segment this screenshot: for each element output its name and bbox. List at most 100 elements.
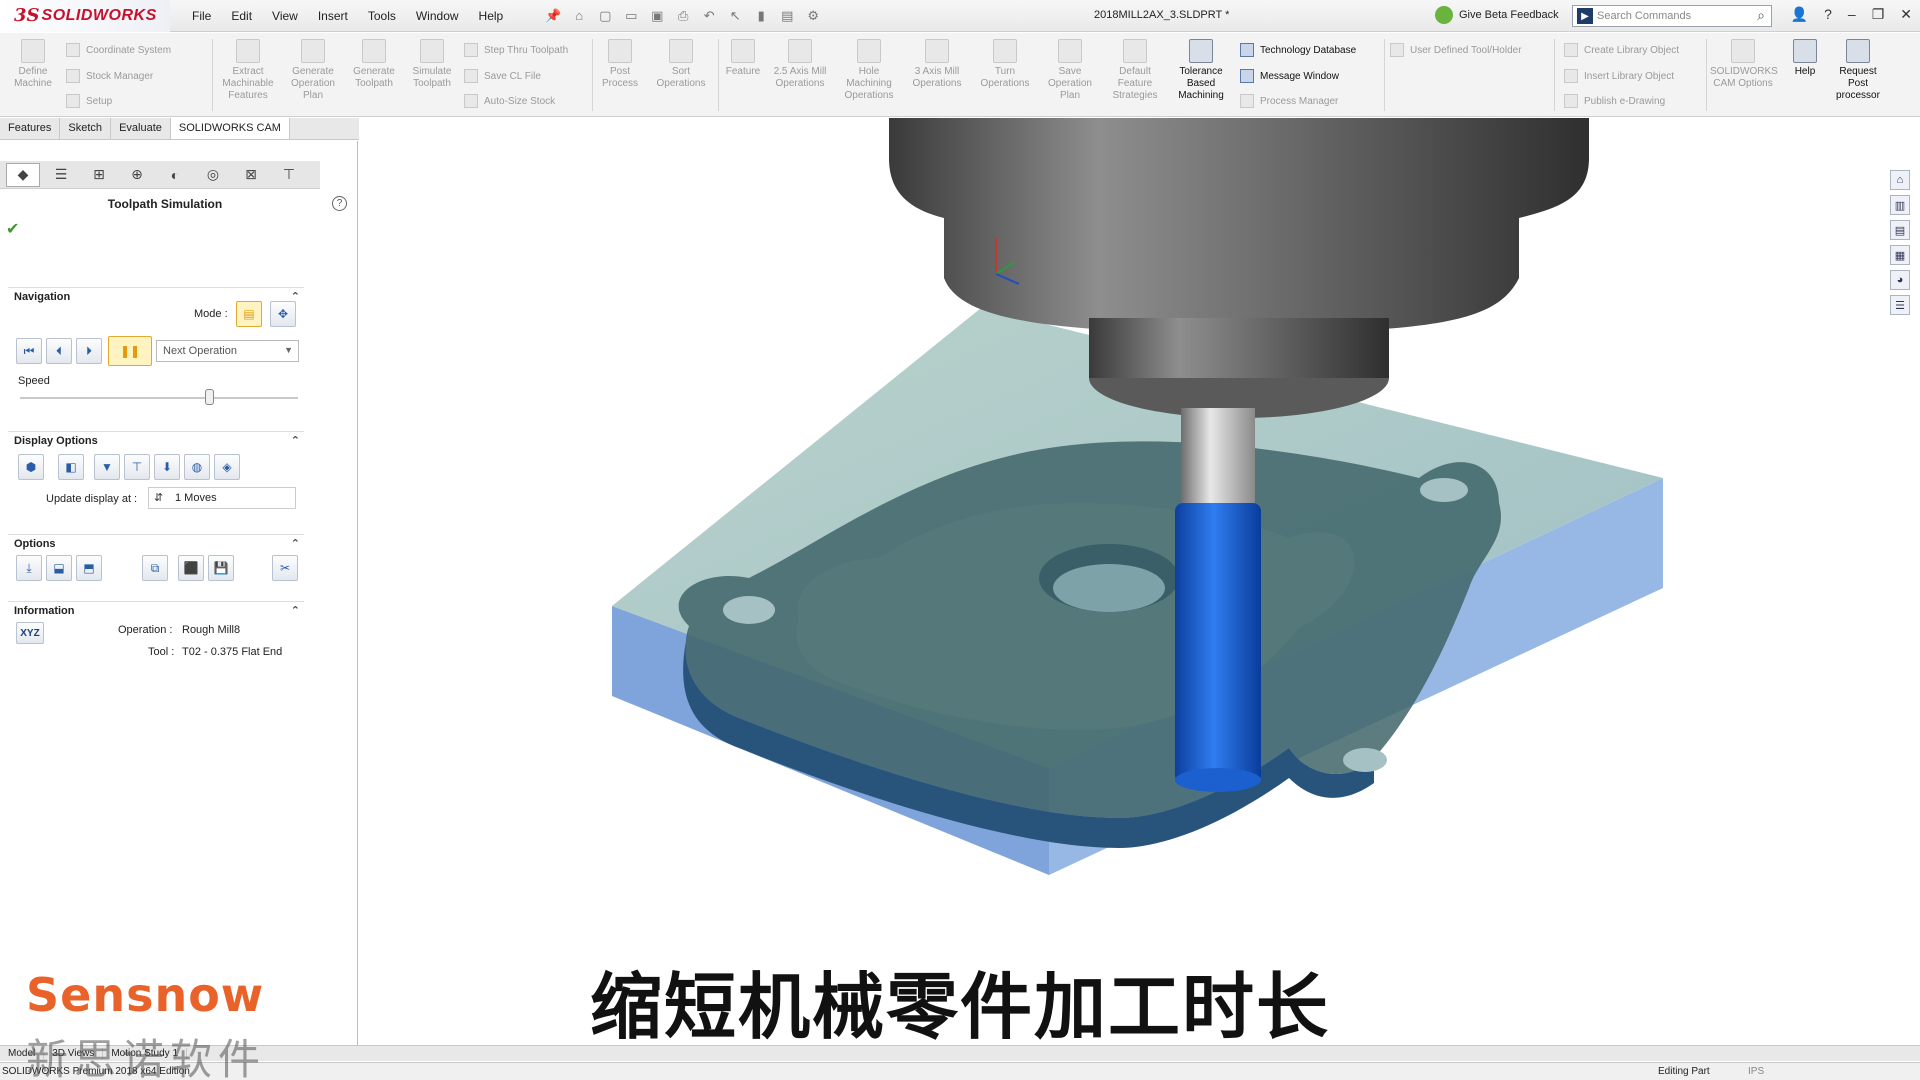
turn-operations-button[interactable]: Turn Operations — [974, 39, 1036, 90]
menu-edit[interactable]: Edit — [221, 9, 262, 23]
search-commands-input[interactable]: ▶ Search Commands ⌕ — [1572, 5, 1772, 27]
options-header[interactable]: Options ⌃ — [8, 534, 304, 552]
stock-manager-button[interactable]: Stock Manager — [66, 69, 153, 83]
cam-tool-icon[interactable]: ⊤ — [272, 163, 306, 187]
save-stock-icon[interactable]: ⬛ — [178, 555, 204, 581]
generate-toolpath-button[interactable]: Generate Toolpath — [346, 39, 402, 90]
speed-slider-thumb[interactable] — [204, 389, 214, 405]
hole-machining-button[interactable]: Hole Machining Operations — [836, 39, 902, 102]
search-icon[interactable]: ⌕ — [1757, 7, 1765, 24]
technology-database-button[interactable]: Technology Database — [1240, 43, 1356, 57]
xyz-readout-button[interactable]: XYZ — [16, 622, 44, 644]
save-cl-file-button[interactable]: Save CL File — [464, 69, 541, 83]
default-strategies-button[interactable]: Default Feature Strategies — [1104, 39, 1166, 102]
feature-button[interactable]: Feature — [722, 39, 764, 78]
graphics-viewport[interactable] — [359, 118, 1880, 1045]
panel-help-icon[interactable]: ? — [332, 196, 347, 211]
update-display-field[interactable]: ⇵ 1 Moves — [148, 487, 296, 509]
simulation-settings-icon[interactable]: ✂ — [272, 555, 298, 581]
cam-options-button[interactable]: SOLIDWORKS CAM Options — [1710, 39, 1778, 90]
step-thru-toolpath-button[interactable]: Step Thru Toolpath — [464, 43, 568, 57]
simulate-selected-icon[interactable]: ⬓ — [46, 555, 72, 581]
appearance-icon[interactable]: ◐ — [158, 163, 192, 187]
insert-library-object-button[interactable]: Insert Library Object — [1564, 69, 1674, 83]
new-document-icon[interactable]: ▢ — [595, 7, 615, 25]
options-gear-icon[interactable]: ⚙ — [803, 7, 823, 25]
restore-icon[interactable]: ❐ — [1872, 6, 1885, 23]
resources-home-icon[interactable]: ⌂ — [1890, 170, 1910, 190]
define-machine-button[interactable]: Define Machine — [8, 39, 58, 90]
collapse-chevron-icon[interactable]: ⌃ — [291, 604, 300, 617]
show-holder-icon[interactable]: ⊤ — [124, 454, 150, 480]
select-icon[interactable]: ↖ — [725, 7, 745, 25]
sort-operations-button[interactable]: Sort Operations — [650, 39, 712, 90]
collapse-chevron-icon[interactable]: ⌃ — [291, 537, 300, 550]
show-toolpath-icon[interactable]: ⬇ — [154, 454, 180, 480]
print-icon[interactable]: ⎙ — [673, 7, 693, 25]
menu-view[interactable]: View — [262, 9, 308, 23]
view-palette-icon[interactable]: ▦ — [1890, 245, 1910, 265]
show-stock-icon[interactable]: ⬢ — [18, 454, 44, 480]
step-back-icon[interactable]: ⏴ — [46, 338, 72, 364]
open-icon[interactable]: ▭ — [621, 7, 641, 25]
help-question-icon[interactable]: ? — [1824, 6, 1832, 23]
tab-sketch[interactable]: Sketch — [60, 118, 112, 139]
publish-edrawing-button[interactable]: Publish e-Drawing — [1564, 94, 1665, 108]
mode-continuous-icon[interactable]: ✥ — [270, 301, 296, 327]
message-window-button[interactable]: Message Window — [1240, 69, 1339, 83]
file-explorer-icon[interactable]: ▤ — [1890, 220, 1910, 240]
simulate-toolpath-button[interactable]: Simulate Toolpath — [404, 39, 460, 90]
design-library-icon[interactable]: ▥ — [1890, 195, 1910, 215]
save-icon[interactable]: ▣ — [647, 7, 667, 25]
mill-25-axis-button[interactable]: 2.5 Axis Mill Operations — [770, 39, 830, 90]
simulate-to-icon[interactable]: ⤓ — [16, 555, 42, 581]
file-properties-icon[interactable]: ▤ — [777, 7, 797, 25]
save-operation-plan-button[interactable]: Save Operation Plan — [1040, 39, 1100, 102]
tolerance-based-machining-button[interactable]: Tolerance Based Machining — [1170, 39, 1232, 102]
coordinate-system-button[interactable]: Coordinate System — [66, 43, 171, 57]
transparent-stock-icon[interactable]: ◍ — [184, 454, 210, 480]
feature-manager-icon[interactable]: ☰ — [44, 163, 78, 187]
dimxpert-icon[interactable]: ⊕ — [120, 163, 154, 187]
solidworks-logo[interactable]: 3S SOLIDWORKS — [0, 0, 170, 32]
tab-features[interactable]: Features — [0, 118, 61, 139]
show-difference-icon[interactable]: ◈ — [214, 454, 240, 480]
status-units[interactable]: IPS — [1748, 1066, 1764, 1077]
help-button[interactable]: Help — [1784, 39, 1826, 78]
tab-evaluate[interactable]: Evaluate — [111, 118, 171, 139]
collapse-chevron-icon[interactable]: ⌃ — [291, 434, 300, 447]
auto-size-stock-button[interactable]: Auto-Size Stock — [464, 94, 555, 108]
step-forward-icon[interactable]: ⏵ — [76, 338, 102, 364]
process-manager-button[interactable]: Process Manager — [1240, 94, 1338, 108]
ok-check-icon[interactable]: ✔ — [6, 219, 19, 239]
menu-file[interactable]: File — [182, 9, 221, 23]
mill-3-axis-button[interactable]: 3 Axis Mill Operations — [906, 39, 968, 90]
compare-part-icon[interactable]: ⧉ — [142, 555, 168, 581]
user-defined-tool-button[interactable]: User Defined Tool/Holder — [1390, 43, 1522, 57]
tab-solidworks-cam[interactable]: SOLIDWORKS CAM — [170, 118, 290, 139]
information-header[interactable]: Information ⌃ — [8, 601, 304, 619]
home-icon[interactable]: ⌂ — [569, 7, 589, 25]
custom-properties-icon[interactable]: ☰ — [1890, 295, 1910, 315]
rebuild-icon[interactable]: ▮ — [751, 7, 771, 25]
user-icon[interactable]: 👤 — [1791, 6, 1808, 23]
menu-tools[interactable]: Tools — [358, 9, 406, 23]
give-beta-feedback-button[interactable]: Give Beta Feedback — [1435, 6, 1559, 24]
post-process-button[interactable]: Post Process — [598, 39, 642, 90]
appearances-icon[interactable]: ◕ — [1890, 270, 1910, 290]
menu-window[interactable]: Window — [406, 9, 469, 23]
speed-slider-track[interactable] — [20, 397, 298, 399]
setup-button[interactable]: Setup — [66, 94, 112, 108]
generate-plan-button[interactable]: Generate Operation Plan — [284, 39, 342, 102]
undo-icon[interactable]: ↶ — [699, 7, 719, 25]
menu-help[interactable]: Help — [469, 9, 514, 23]
display-options-header[interactable]: Display Options ⌃ — [8, 431, 304, 449]
show-tool-icon[interactable]: ▼ — [94, 454, 120, 480]
create-library-object-button[interactable]: Create Library Object — [1564, 43, 1679, 57]
rewind-to-start-icon[interactable]: ⏮ — [16, 338, 42, 364]
minimize-icon[interactable]: – — [1848, 6, 1856, 23]
cam-tool-tree-icon[interactable]: ⊠ — [234, 163, 268, 187]
menu-insert[interactable]: Insert — [308, 9, 358, 23]
configuration-icon[interactable]: ⊞ — [82, 163, 116, 187]
pin-icon[interactable]: 📌 — [543, 7, 563, 25]
